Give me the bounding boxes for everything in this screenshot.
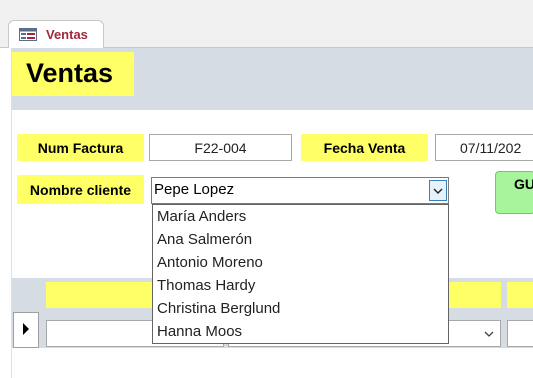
- record-selector[interactable]: [13, 312, 39, 348]
- cantidad-field[interactable]: [507, 320, 533, 347]
- list-item[interactable]: Antonio Moreno: [157, 251, 263, 274]
- chevron-down-icon[interactable]: [481, 325, 497, 343]
- chevron-down-icon[interactable]: [429, 180, 447, 201]
- nombre-cliente-dropdown-list[interactable]: María Anders Ana Salmerón Antonio Moreno…: [152, 204, 449, 344]
- page-title: Ventas: [12, 52, 134, 96]
- form-icon: [19, 28, 37, 41]
- guardar-button[interactable]: GU: [495, 171, 533, 214]
- form-header: Ventas: [12, 48, 533, 110]
- list-item[interactable]: Thomas Hardy: [157, 274, 255, 297]
- list-item[interactable]: Ana Salmerón: [157, 228, 252, 251]
- column-header: [507, 282, 533, 308]
- num-factura-field[interactable]: F22-004: [149, 134, 292, 161]
- nombre-cliente-value[interactable]: Pepe Lopez: [154, 181, 234, 198]
- list-item[interactable]: Hanna Moos: [157, 320, 242, 343]
- nombre-cliente-label: Nombre cliente: [17, 175, 144, 204]
- tab-label: Ventas: [46, 27, 88, 42]
- tab-ventas[interactable]: Ventas: [8, 20, 104, 48]
- nombre-cliente-combobox[interactable]: Pepe Lopez: [151, 177, 449, 204]
- list-item[interactable]: Christina Berglund: [157, 297, 280, 320]
- list-item[interactable]: María Anders: [157, 205, 246, 228]
- fecha-venta-label: Fecha Venta: [301, 134, 428, 161]
- record-selector-strip: [0, 48, 12, 378]
- num-factura-label: Num Factura: [17, 134, 144, 161]
- fecha-venta-field[interactable]: 07/11/202: [435, 134, 533, 161]
- current-record-icon: [23, 323, 29, 335]
